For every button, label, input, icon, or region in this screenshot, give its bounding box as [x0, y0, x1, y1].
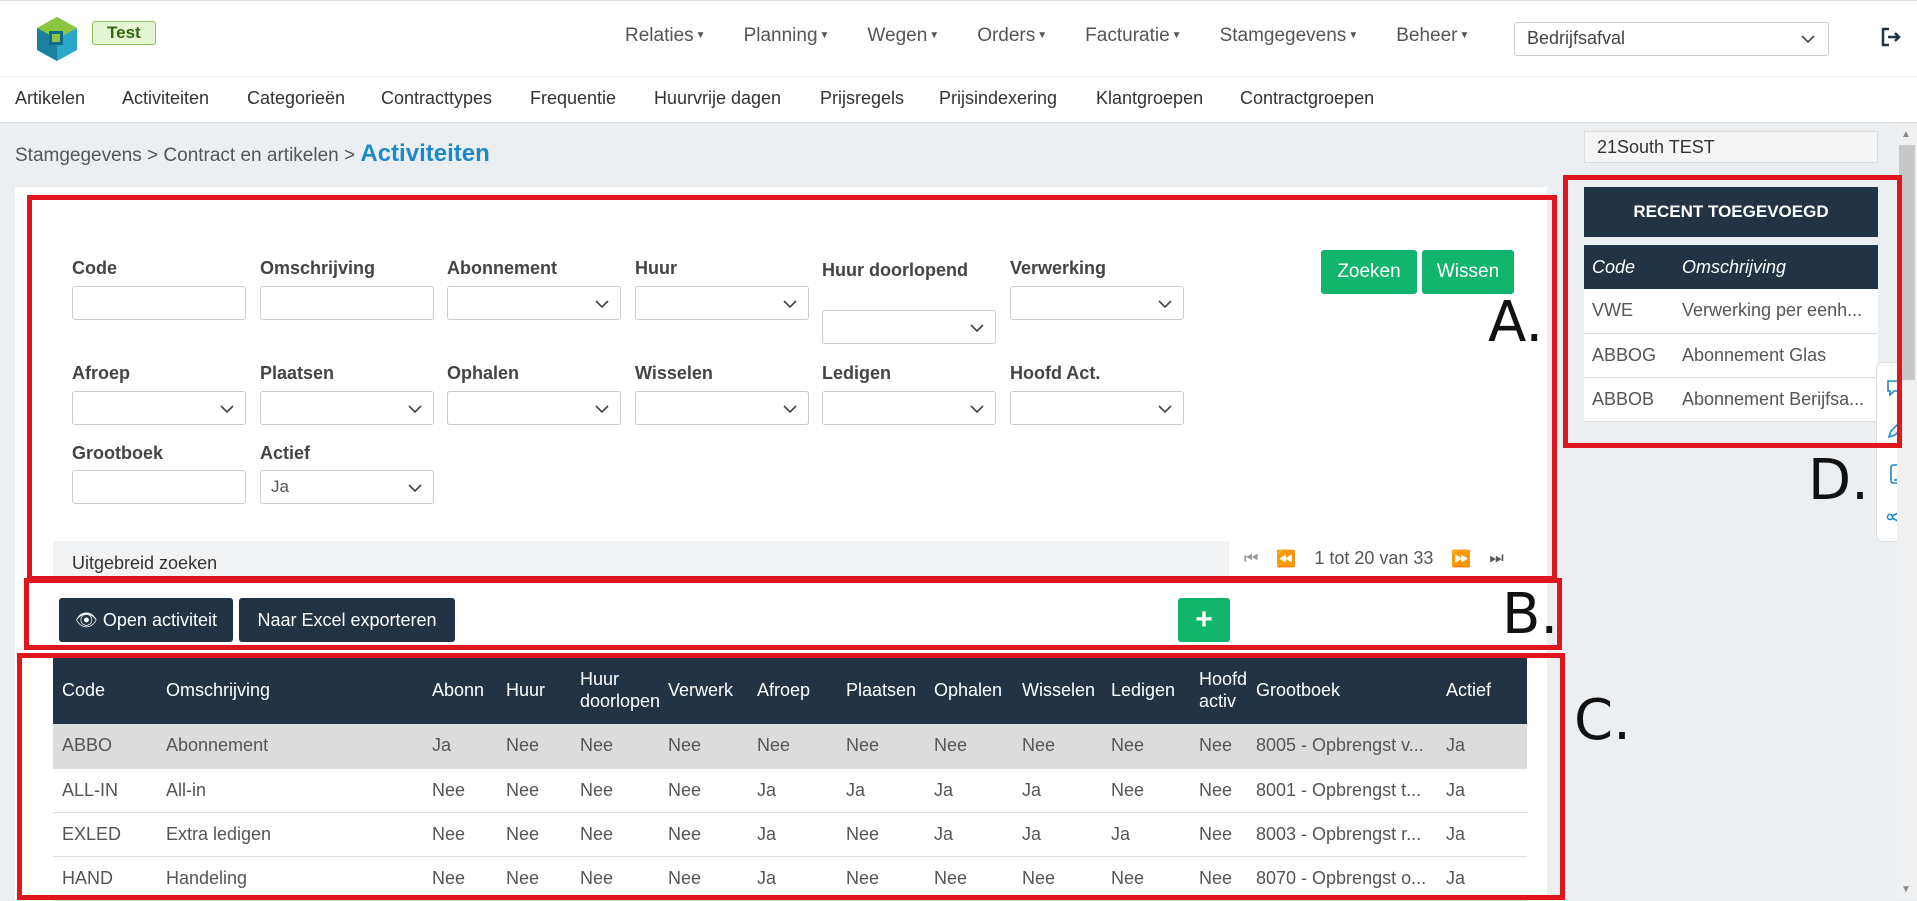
page-title: Activiteiten: [360, 140, 490, 167]
subnav-contracttypes[interactable]: Contracttypes: [381, 88, 492, 109]
subnav-activiteiten[interactable]: Activiteiten: [122, 88, 209, 109]
caret-down-icon: ▼: [929, 30, 940, 42]
nav-stamgegevens[interactable]: Stamgegevens ▼: [1220, 25, 1359, 47]
scroll-up-icon[interactable]: ▲: [1901, 129, 1911, 140]
subnav-contractgroepen[interactable]: Contractgroepen: [1240, 88, 1374, 109]
subnav-artikelen[interactable]: Artikelen: [15, 88, 85, 109]
subnav-categorieen[interactable]: Categorieën: [247, 88, 345, 109]
breadcrumb: Stamgegevens > Contract en artikelen > A…: [15, 140, 490, 168]
nav-relaties[interactable]: Relaties ▼: [625, 25, 706, 47]
annotation-box-c: [17, 653, 1565, 900]
nav-orders[interactable]: Orders ▼: [977, 25, 1047, 47]
logout-icon[interactable]: [1880, 26, 1902, 48]
annotation-letter-b: B.: [1502, 582, 1559, 647]
caret-down-icon: ▼: [1171, 30, 1182, 42]
caret-down-icon: ▼: [1348, 30, 1359, 42]
main-navigation: Relaties ▼ Planning ▼ Wegen ▼ Orders ▼ Factu…: [625, 25, 1507, 47]
chevron-down-icon: [1801, 35, 1815, 44]
breadcrumb-path[interactable]: Stamgegevens > Contract en artikelen >: [15, 145, 355, 166]
annotation-letter-c: C.: [1574, 688, 1631, 753]
nav-facturatie[interactable]: Facturatie ▼: [1085, 25, 1181, 47]
app-logo[interactable]: [33, 15, 81, 63]
nav-beheer[interactable]: Beheer ▼: [1396, 25, 1469, 47]
subnav-frequentie[interactable]: Frequentie: [530, 88, 616, 109]
company-name-box: 21South TEST: [1584, 131, 1878, 163]
subnav-prijsindexering[interactable]: Prijsindexering: [939, 88, 1057, 109]
company-select[interactable]: Bedrijfsafval: [1514, 22, 1829, 56]
nav-planning[interactable]: Planning ▼: [744, 25, 830, 47]
sub-navigation: Artikelen Activiteiten Categorieën Contr…: [0, 77, 1917, 123]
caret-down-icon: ▼: [819, 30, 830, 42]
caret-down-icon: ▼: [695, 30, 706, 42]
subnav-klantgroepen[interactable]: Klantgroepen: [1096, 88, 1203, 109]
caret-down-icon: ▼: [1037, 30, 1048, 42]
subnav-huurvrije-dagen[interactable]: Huurvrije dagen: [654, 88, 781, 109]
annotation-letter-a: A.: [1488, 290, 1544, 355]
caret-down-icon: ▼: [1459, 30, 1470, 42]
annotation-box-a: [27, 195, 1557, 581]
subnav-prijsregels[interactable]: Prijsregels: [820, 88, 904, 109]
nav-wegen[interactable]: Wegen ▼: [867, 25, 939, 47]
annotation-box-d: [1563, 175, 1902, 448]
top-navbar: Test Relaties ▼ Planning ▼ Wegen ▼ Orders ▼ …: [0, 0, 1917, 76]
annotation-letter-d: D.: [1808, 448, 1869, 513]
annotation-box-b: [24, 578, 1562, 650]
environment-badge: Test: [92, 21, 156, 45]
scroll-down-icon[interactable]: ▼: [1901, 884, 1911, 895]
